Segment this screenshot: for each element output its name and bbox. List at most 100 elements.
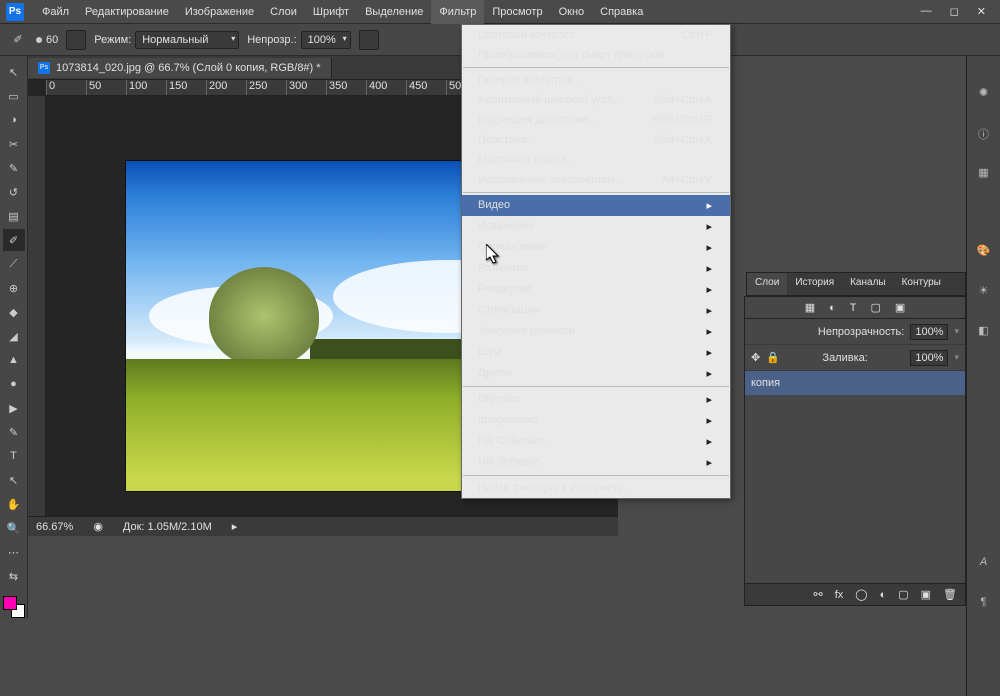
minimize-icon[interactable]: —: [921, 5, 932, 18]
color-icon[interactable]: ✺: [975, 86, 993, 104]
tool-swap[interactable]: ⇆: [3, 565, 25, 587]
tool-brush[interactable]: ✐: [3, 229, 25, 251]
chevron-down-icon[interactable]: ▾: [954, 326, 959, 337]
styles-icon[interactable]: ◧: [975, 324, 993, 342]
menu-image[interactable]: Изображение: [177, 0, 262, 24]
foreground-color[interactable]: [3, 596, 17, 610]
tab-history[interactable]: История: [787, 273, 842, 295]
lock-move-icon[interactable]: ✥: [751, 351, 760, 364]
info-icon[interactable]: ⓘ: [975, 126, 993, 144]
tab-paths[interactable]: Контуры: [894, 273, 949, 295]
filter-menu-item[interactable]: Преобразовать для смарт-фильтров: [462, 45, 730, 65]
tool-blur[interactable]: ▲: [3, 349, 25, 371]
tool-lasso[interactable]: ◑: [3, 109, 25, 131]
palette-icon[interactable]: 🎨: [975, 244, 993, 262]
filter-menu-item[interactable]: Рендеринг: [462, 279, 730, 300]
tool-preset-icon[interactable]: ✐: [8, 30, 28, 50]
filter-type-icon[interactable]: T: [850, 302, 857, 314]
tool-path-select[interactable]: ↖: [3, 469, 25, 491]
filter-menu-item[interactable]: Digimarc: [462, 389, 730, 410]
tool-marquee[interactable]: ▭: [3, 85, 25, 107]
mode-dropdown[interactable]: Нормальный: [135, 31, 239, 49]
mask-icon[interactable]: ◯: [855, 588, 867, 601]
filter-shape-icon[interactable]: ▢: [870, 301, 880, 314]
filter-menu-item[interactable]: Найти фильтры в Интернете...: [462, 478, 730, 498]
tool-clone[interactable]: ⟋: [3, 253, 25, 275]
chevron-down-icon[interactable]: ▾: [954, 352, 959, 363]
menu-window[interactable]: Окно: [551, 0, 593, 24]
filter-menu-item[interactable]: Коррекция дисторсии...Shift+Ctrl+R: [462, 110, 730, 130]
tab-channels[interactable]: Каналы: [842, 273, 894, 295]
menu-view[interactable]: Просмотр: [484, 0, 550, 24]
status-menu-icon[interactable]: ▸: [232, 520, 238, 533]
adjustment-icon[interactable]: ◐: [880, 589, 887, 601]
layer-row[interactable]: копия: [745, 371, 965, 395]
tool-bucket[interactable]: ◢: [3, 325, 25, 347]
tool-zoom[interactable]: 🔍: [3, 517, 25, 539]
tool-eyedropper[interactable]: ✎: [3, 157, 25, 179]
maximize-icon[interactable]: ◻: [950, 5, 959, 18]
filter-menu-item[interactable]: Видео: [462, 195, 730, 216]
brush-panel-icon[interactable]: [66, 30, 86, 50]
filter-menu-item[interactable]: Искажение: [462, 216, 730, 237]
tool-hand[interactable]: ✋: [3, 493, 25, 515]
swatches-icon[interactable]: ▦: [975, 166, 993, 184]
filter-menu-item[interactable]: Оформление: [462, 237, 730, 258]
layer-opacity-value[interactable]: 100%: [910, 324, 948, 340]
filter-menu-item[interactable]: Цветовой контрастCtrl+F: [462, 25, 730, 45]
fx-icon[interactable]: fx: [835, 589, 844, 601]
para-icon[interactable]: ¶: [975, 596, 993, 614]
group-icon[interactable]: ▢: [898, 588, 908, 601]
filter-smart-icon[interactable]: ▣: [895, 301, 905, 314]
nav-icon[interactable]: ◉: [93, 520, 103, 533]
filter-menu-item[interactable]: Imagenomic: [462, 410, 730, 431]
tool-move[interactable]: ↖: [3, 61, 25, 83]
menu-filter[interactable]: Фильтр: [431, 0, 484, 24]
filter-menu-item[interactable]: Галерея фильтров...: [462, 70, 730, 90]
tool-pen[interactable]: ▶: [3, 397, 25, 419]
filter-menu-item[interactable]: Масляная краска...: [462, 150, 730, 170]
tool-heal[interactable]: ↺: [3, 181, 25, 203]
tool-type[interactable]: T: [3, 445, 25, 467]
tool-crop[interactable]: ✂: [3, 133, 25, 155]
filter-menu-item[interactable]: Nik Software: [462, 452, 730, 473]
filter-menu-item[interactable]: Другое: [462, 363, 730, 384]
menu-file[interactable]: Файл: [34, 0, 77, 24]
filter-menu-item[interactable]: Стилизация: [462, 300, 730, 321]
zoom-level[interactable]: 66.67%: [36, 521, 73, 533]
opacity-dropdown[interactable]: 100%: [301, 31, 351, 49]
filter-image-icon[interactable]: ▦: [805, 301, 815, 314]
color-swatches[interactable]: [3, 596, 25, 618]
filter-menu-item[interactable]: Усиление резкости: [462, 321, 730, 342]
tool-history-brush[interactable]: ⊕: [3, 277, 25, 299]
tool-eraser[interactable]: ◆: [3, 301, 25, 323]
filter-menu-item[interactable]: Адаптивный широкий угол...Shift+Ctrl+A: [462, 90, 730, 110]
filter-menu-item[interactable]: Пластика...Shift+Ctrl+X: [462, 130, 730, 150]
menu-help[interactable]: Справка: [592, 0, 651, 24]
document-tab[interactable]: Ps 1073814_020.jpg @ 66.7% (Слой 0 копия…: [28, 58, 332, 78]
pressure-opacity-icon[interactable]: [359, 30, 379, 50]
filter-menu-item[interactable]: Исправление перспективы...Alt+Ctrl+V: [462, 170, 730, 190]
tab-layers[interactable]: Слои: [747, 273, 787, 295]
trash-icon[interactable]: 🗑: [943, 588, 957, 601]
filter-adjust-icon[interactable]: ◐: [829, 302, 836, 314]
adjust-icon[interactable]: ☀: [975, 284, 993, 302]
filter-menu-item[interactable]: Размытие: [462, 258, 730, 279]
menu-type[interactable]: Шрифт: [305, 0, 357, 24]
new-layer-icon[interactable]: ▣: [921, 588, 931, 601]
lock-icon[interactable]: 🔒: [766, 351, 780, 364]
brush-size-picker[interactable]: 60: [36, 34, 58, 46]
tool-dodge[interactable]: ●: [3, 373, 25, 395]
link-icon[interactable]: ⚯: [813, 588, 822, 601]
tool-more[interactable]: ⋯: [3, 541, 25, 563]
char-icon[interactable]: A: [975, 556, 993, 574]
layer-fill-value[interactable]: 100%: [910, 350, 948, 366]
tool-pencil[interactable]: ✎: [3, 421, 25, 443]
tool-gradient[interactable]: ▤: [3, 205, 25, 227]
filter-menu-item[interactable]: Шум: [462, 342, 730, 363]
menu-layers[interactable]: Слои: [262, 0, 305, 24]
filter-menu-item[interactable]: Nik Collection: [462, 431, 730, 452]
menu-select[interactable]: Выделение: [357, 0, 431, 24]
menu-edit[interactable]: Редактирование: [77, 0, 177, 24]
close-icon[interactable]: ✕: [977, 5, 986, 18]
